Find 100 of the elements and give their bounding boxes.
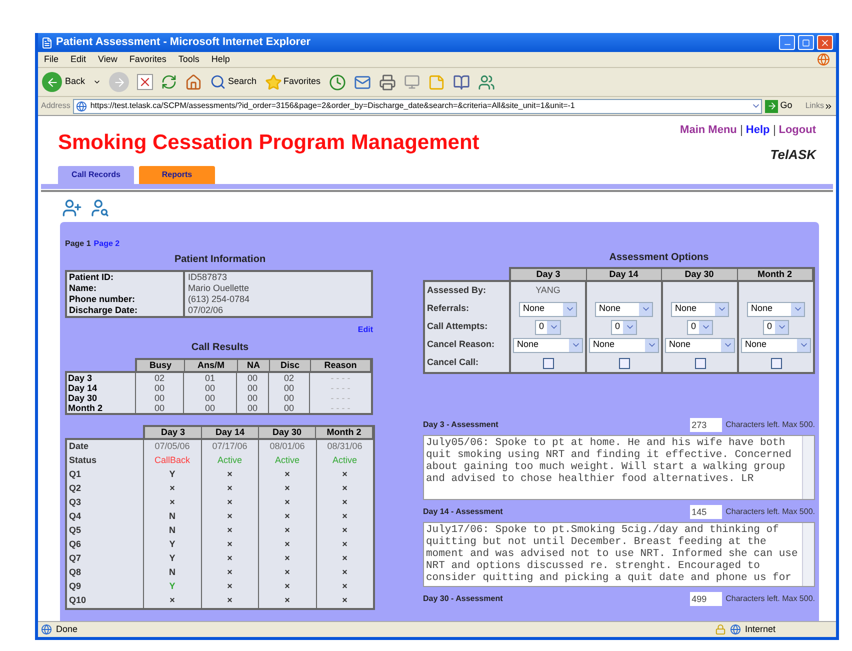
dropdown[interactable]: 0 [611,320,637,334]
add-person-icon[interactable] [62,198,82,218]
chevrons-icon [824,102,833,110]
lock-icon [715,624,726,635]
table-cell: 02 [268,373,309,383]
search-icon [210,74,226,90]
zone-text: Internet [745,622,777,636]
favorites-button[interactable]: Favorites [264,74,321,90]
assessment-text-field[interactable]: July05/06: Spoke to pt at home. He and his wife have both quit smoking using NRT and finding it effective. Concerned about gaining too much weight. Will start a walking group and advised to chose healthier food alternatives. LR [423,435,815,500]
section-title: Patient Information [173,253,267,267]
table-cell: 08/01/06 [258,440,316,454]
dropdown[interactable]: 0 [535,320,561,334]
characters-left-field[interactable]: 273 [690,418,722,432]
links-button[interactable]: Links [805,100,833,112]
tab[interactable]: Reports [139,166,215,184]
table-cell: 00 [183,403,236,413]
answer-text: N [169,524,176,538]
book-icon[interactable] [452,74,470,90]
answer-text: N [169,510,176,524]
answer-text: × [342,524,348,538]
row-label: Q3 [68,496,82,510]
menu-item[interactable]: View [98,52,118,66]
field-label: Discharge Date: [69,305,139,316]
menu-item[interactable]: Edit [70,52,86,66]
dropdown[interactable]: 0 [763,320,789,334]
table-cell: - - - - [309,393,371,403]
scrollbar[interactable] [802,436,814,499]
maximize-button[interactable] [798,35,814,50]
address-field[interactable]: https://test.telask.ca/SCPM/assessments/?id_order=3156&page=2&order_by=Discharge_date&search=&criteria=All&site_unit=1&unit=-1 [73,98,762,114]
answer-text: × [284,482,290,496]
header-link[interactable]: Main Menu [680,122,737,138]
dropdown[interactable]: None [665,338,735,352]
minimize-button[interactable] [779,35,795,50]
answer-text: Y [169,552,176,566]
checkbox[interactable] [770,358,782,368]
menu-item[interactable]: Favorites [129,52,166,66]
answer-text: × [170,594,175,608]
table-cell: - - - - [309,383,371,393]
checkbox[interactable] [694,358,706,368]
menu-item[interactable]: File [44,52,59,66]
status-text: Done [56,622,78,636]
answer-text: × [284,594,290,608]
dropdown[interactable]: None [595,302,653,316]
close-button[interactable] [817,35,833,50]
menu-item[interactable]: Tools [178,52,200,66]
caret-icon[interactable] [93,78,102,86]
row-label: Cancel Call: [426,356,480,370]
answer-text: × [227,524,232,538]
answer-text: × [342,468,348,482]
close-icon [820,38,830,48]
back-button[interactable]: Back [42,72,86,92]
dropdown[interactable]: None [513,338,583,352]
back-arrow-icon [46,76,58,88]
people-icon[interactable] [478,74,495,90]
field-value: Mario Ouellette [188,283,250,294]
scrollbar[interactable] [802,523,814,586]
go-button[interactable]: Go [765,99,792,113]
table-cell: 00 [135,383,183,393]
checkbox[interactable] [618,358,630,368]
row-label: Q8 [68,566,82,580]
mail-icon[interactable] [354,74,371,90]
field-label: Patient ID: [69,272,115,283]
answer-text: × [342,496,348,510]
status-text: CallBack [154,454,190,468]
characters-left-field[interactable]: 145 [690,505,722,519]
menu-item[interactable]: Help [211,52,230,66]
header-link[interactable]: Logout [778,122,816,138]
dropdown[interactable]: None [671,302,729,316]
dropdown[interactable]: None [741,338,811,352]
star-icon [264,74,282,90]
dropdown[interactable]: 0 [687,320,713,334]
answer-text: × [284,468,290,482]
row-label: Day 3 [67,373,94,383]
page-link[interactable]: Page 1 [65,238,91,250]
print-icon[interactable] [378,74,396,90]
dropdown[interactable]: None [519,302,577,316]
characters-left-field[interactable]: 499 [690,592,722,606]
find-person-icon[interactable] [90,198,110,218]
dropdown[interactable]: None [747,302,805,316]
assessment-text-field[interactable]: July17/06: Spoke to pt.Smoking 5cig./day and thinking of quitting but not until December. Breast feeding at the moment and was advised not to use NRT. Informed she can use NRT and options discussed re. strenght. Encouraged to consider quitting and picking a quit date and phone us for [423,522,815,587]
field-value: (613) 254-0784 [188,294,250,305]
stop-icon[interactable] [137,74,154,90]
dropdown[interactable]: None [589,338,659,352]
address-label: Address [41,100,70,112]
answer-text: × [227,552,232,566]
section-title: Assessment Options [608,251,710,265]
answer-text: × [227,482,232,496]
checkbox[interactable] [542,358,554,368]
table-cell: 00 [135,403,183,413]
refresh-icon[interactable] [161,74,178,90]
history-icon[interactable] [328,74,346,90]
tab[interactable]: Call Records [58,166,134,184]
home-icon[interactable] [185,74,202,90]
row-label: Q5 [68,524,82,538]
answer-text: × [284,524,290,538]
header-link[interactable]: Help [746,122,770,138]
table-cell: 00 [236,383,268,393]
answer-text: × [342,510,348,524]
row-label: Q1 [68,468,82,482]
search-button[interactable]: Search [210,74,257,90]
